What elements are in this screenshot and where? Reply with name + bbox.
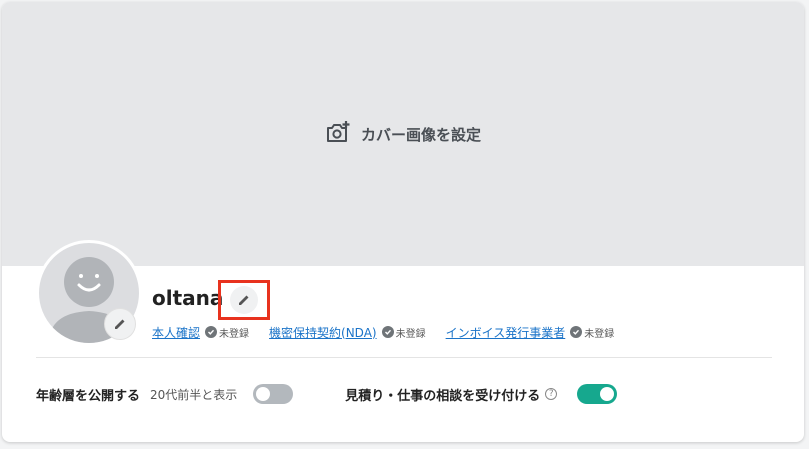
identity-status: 未登録 (205, 325, 249, 340)
invoice-issuer-link[interactable]: インボイス発行事業者 (446, 324, 566, 341)
name-edit-highlight (218, 280, 270, 320)
name-edit-button[interactable] (230, 286, 258, 314)
accept-consult-label: 見積り・仕事の相談を受け付ける (345, 388, 541, 404)
profile-card: カバー画像を設定 oltana 本人確認 未登録 機密保持契約(NDA) 未登録… (2, 2, 804, 442)
cover-image-area[interactable]: カバー画像を設定 (2, 2, 804, 266)
nda-status: 未登録 (381, 325, 426, 340)
accept-consult-toggle[interactable] (577, 384, 618, 404)
invoice-status: 未登録 (570, 325, 614, 340)
pencil-icon (239, 295, 249, 305)
cover-label: カバー画像を設定 (360, 125, 481, 144)
username: oltana (152, 286, 224, 310)
identity-verification-link[interactable]: 本人確認 (152, 324, 200, 341)
cover-set-button[interactable]: カバー画像を設定 (325, 120, 481, 148)
age-public-label: 年齢層を公開する (36, 388, 141, 404)
check-icon (381, 326, 394, 338)
nda-status-text: 未登録 (395, 328, 426, 340)
toggle-knob (256, 387, 271, 401)
help-icon[interactable]: ? (545, 388, 558, 400)
identity-status-text: 未登録 (219, 328, 250, 340)
toggle-knob (600, 387, 615, 401)
avatar-edit-button[interactable] (104, 308, 136, 340)
settings-row: 年齢層を公開する 20代前半と表示 見積り・仕事の相談を受け付ける ? (36, 382, 776, 406)
divider (36, 357, 772, 358)
add-photo-icon (325, 120, 351, 148)
check-icon (570, 326, 583, 338)
pencil-icon (115, 319, 125, 329)
age-public-toggle[interactable] (253, 384, 294, 404)
verification-row: 本人確認 未登録 機密保持契約(NDA) 未登録 インボイス発行事業者 未登録 (152, 323, 614, 341)
invoice-status-text: 未登録 (584, 328, 615, 340)
age-display-text: 20代前半と表示 (150, 387, 238, 402)
nda-link[interactable]: 機密保持契約(NDA) (269, 324, 377, 341)
check-icon (205, 326, 218, 338)
